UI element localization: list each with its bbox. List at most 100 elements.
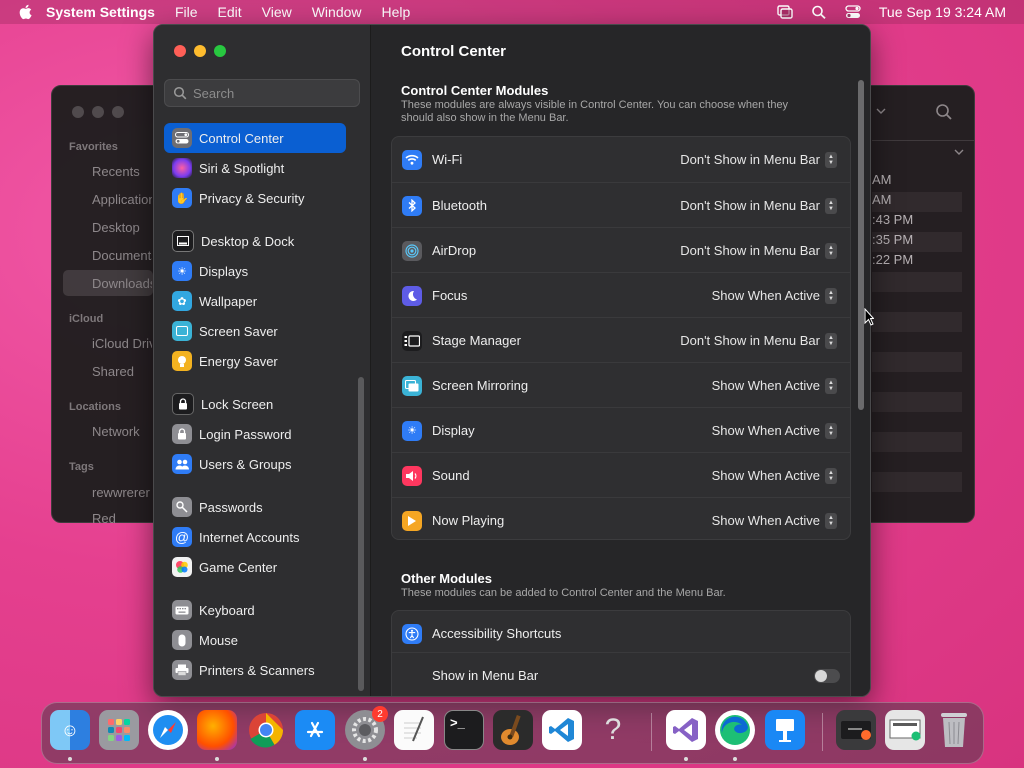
- bulb-icon: [172, 351, 192, 371]
- zoom-button[interactable]: [214, 45, 226, 57]
- finder-sidebar-item[interactable]: Downloads: [92, 276, 152, 291]
- menu-bar-visibility-popup[interactable]: Show When Active ▲ ▼: [711, 422, 837, 439]
- finder-file-list-edge: AM AM :43 PM :35 PM :22 PM: [872, 86, 974, 522]
- screen-mirroring-menu-icon[interactable]: [777, 5, 793, 19]
- sidebar-item-label: Privacy & Security: [199, 190, 305, 206]
- app-menu[interactable]: System Settings: [46, 4, 155, 20]
- sidebar-item-lock-screen[interactable]: Lock Screen: [164, 389, 346, 419]
- documents-stack-icon[interactable]: [885, 710, 925, 750]
- finder-sidebar-item[interactable]: Applications: [92, 192, 152, 207]
- sidebar-item-displays[interactable]: ☀ Displays: [164, 256, 346, 286]
- app-store-icon[interactable]: [295, 710, 335, 750]
- keynote-icon[interactable]: [765, 710, 805, 750]
- safari-icon[interactable]: [148, 710, 188, 750]
- finder-sidebar-item[interactable]: Documents: [92, 248, 152, 263]
- sidebar-item-desktop-dock[interactable]: Desktop & Dock: [164, 226, 346, 256]
- menu-view[interactable]: View: [262, 4, 292, 20]
- garageband-icon[interactable]: [493, 710, 533, 750]
- firefox-icon[interactable]: [197, 710, 237, 750]
- module-label: Sound: [432, 468, 470, 483]
- finder-sidebar-item[interactable]: Recents: [92, 164, 152, 179]
- other-modules-list: Accessibility Shortcuts Show in Menu Bar: [391, 610, 851, 696]
- search-icon[interactable]: [935, 103, 953, 121]
- chevron-down-icon[interactable]: [876, 106, 886, 116]
- main-scrollbar[interactable]: [858, 80, 864, 410]
- sidebar-item-mouse[interactable]: Mouse: [164, 625, 346, 655]
- apple-menu-icon[interactable]: [18, 4, 32, 20]
- file-row-date[interactable]: :22 PM: [872, 252, 962, 272]
- menu-file[interactable]: File: [175, 4, 198, 20]
- finder-sidebar-item[interactable]: iCloud Drive: [92, 336, 152, 351]
- menu-bar-visibility-popup[interactable]: Show When Active ▲ ▼: [712, 512, 837, 529]
- menu-bar-visibility-popup[interactable]: Don't Show in Menu Bar ▲ ▼: [680, 151, 837, 168]
- search-placeholder: Search: [193, 85, 235, 101]
- finder-icon[interactable]: ☺: [50, 710, 90, 750]
- padlock-icon: [172, 424, 192, 444]
- menu-window[interactable]: Window: [312, 4, 362, 20]
- popup-value: Show When Active: [711, 423, 820, 438]
- finder-sidebar-item[interactable]: Network: [92, 424, 152, 439]
- chevron-down-icon[interactable]: [954, 147, 964, 157]
- vscode-icon[interactable]: [542, 710, 582, 750]
- show-in-menu-bar-toggle[interactable]: [814, 668, 840, 683]
- popup-chevrons-icon: ▲ ▼: [825, 332, 837, 349]
- chrome-icon[interactable]: [246, 710, 286, 750]
- sidebar-item-screen-saver[interactable]: Screen Saver: [164, 316, 346, 346]
- sidebar-item-internet-accounts[interactable]: @ Internet Accounts: [164, 522, 346, 552]
- sidebar-item-label: Displays: [199, 263, 249, 279]
- minimize-button[interactable]: [194, 45, 206, 57]
- menu-edit[interactable]: Edit: [218, 4, 242, 20]
- sidebar-item-keyboard[interactable]: Keyboard: [164, 595, 346, 625]
- spotlight-search-icon[interactable]: [811, 5, 827, 19]
- launchpad-icon[interactable]: [99, 710, 139, 750]
- sidebar-item-privacy-security[interactable]: ✋ Privacy & Security: [164, 183, 346, 213]
- menu-bar-visibility-popup[interactable]: Don't Show in Menu Bar ▲ ▼: [680, 332, 837, 349]
- sidebar-item-wallpaper[interactable]: ✿ Wallpaper: [164, 286, 346, 316]
- downloads-stack-icon[interactable]: [836, 710, 876, 750]
- sidebar-item-label: Login Password: [199, 426, 292, 442]
- file-row-date[interactable]: :43 PM: [872, 212, 962, 232]
- sidebar-scrollbar[interactable]: [358, 377, 364, 691]
- file-row-date[interactable]: :35 PM: [872, 232, 962, 252]
- sidebar-item-login-password[interactable]: Login Password: [164, 419, 346, 449]
- module-row-wifi: Wi-Fi Don't Show in Menu Bar ▲ ▼: [392, 137, 850, 182]
- visual-studio-icon[interactable]: [666, 710, 706, 750]
- finder-sidebar-item[interactable]: rewwrerer: [92, 485, 152, 500]
- sidebar-item-energy-saver[interactable]: Energy Saver: [164, 346, 346, 376]
- menu-bar-visibility-popup[interactable]: Don't Show in Menu Bar ▲ ▼: [680, 197, 837, 214]
- users-icon: [172, 454, 192, 474]
- sidebar-item-game-center[interactable]: Game Center: [164, 552, 346, 582]
- show-in-menu-bar-label: Show in Menu Bar: [432, 668, 539, 683]
- trash-icon[interactable]: [934, 710, 974, 750]
- dock: ☺ >_ ?: [41, 702, 984, 764]
- file-row-date[interactable]: AM: [872, 192, 962, 212]
- control-center-menu-icon[interactable]: [845, 5, 861, 19]
- module-label: Stage Manager: [432, 333, 521, 348]
- module-row-display: ☀ Display Show When Active ▲ ▼: [392, 407, 850, 453]
- menu-bar-visibility-popup[interactable]: Show When Active ▲ ▼: [712, 287, 837, 304]
- menu-bar-visibility-popup[interactable]: Don't Show in Menu Bar ▲ ▼: [680, 242, 837, 259]
- textedit-icon[interactable]: [394, 710, 434, 750]
- finder-sidebar-item[interactable]: Shared: [92, 364, 152, 379]
- popup-chevrons-icon: ▲ ▼: [825, 197, 837, 214]
- menu-bar-clock[interactable]: Tue Sep 19 3:24 AM: [879, 4, 1006, 20]
- menu-help[interactable]: Help: [382, 4, 411, 20]
- menu-bar-visibility-popup[interactable]: Show When Active ▲ ▼: [712, 467, 837, 484]
- sidebar-item-siri-spotlight[interactable]: Siri & Spotlight: [164, 153, 346, 183]
- terminal-icon[interactable]: >_: [444, 710, 484, 750]
- help-icon[interactable]: ?: [593, 710, 633, 750]
- sidebar-item-control-center[interactable]: Control Center: [164, 123, 346, 153]
- menu-bar-visibility-popup[interactable]: Show When Active ▲ ▼: [712, 377, 837, 394]
- sidebar-item-passwords[interactable]: Passwords: [164, 492, 346, 522]
- close-button[interactable]: [174, 45, 186, 57]
- finder-sidebar-item[interactable]: Red: [92, 511, 152, 526]
- finder-sidebar-item[interactable]: Desktop: [92, 220, 152, 235]
- search-field[interactable]: Search: [164, 79, 360, 107]
- file-row-date[interactable]: AM: [872, 172, 962, 192]
- sidebar-item-printers-scanners[interactable]: Printers & Scanners: [164, 655, 346, 685]
- hand-icon: ✋: [172, 188, 192, 208]
- sidebar-item-users-groups[interactable]: Users & Groups: [164, 449, 346, 479]
- screen-mirroring-icon: [402, 375, 422, 396]
- modules-section-subtitle: These modules are always visible in Cont…: [401, 99, 789, 124]
- edge-icon[interactable]: [715, 710, 755, 750]
